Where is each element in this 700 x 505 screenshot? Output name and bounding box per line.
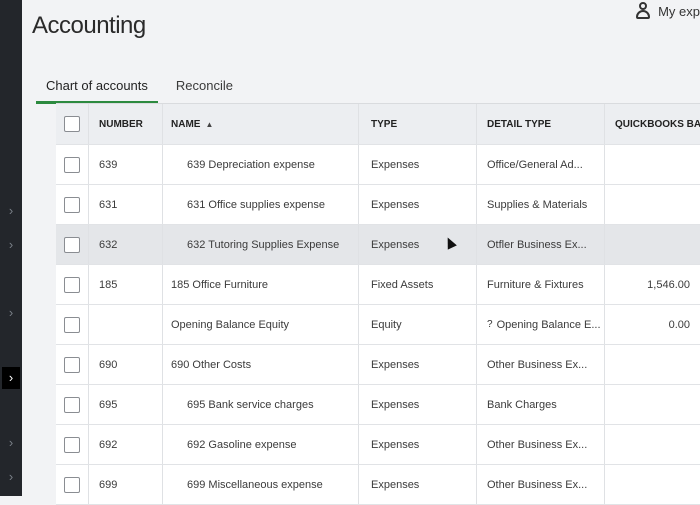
column-header-balance[interactable]: QUICKBOOKS BAL (604, 104, 700, 144)
quickbooks-balance (604, 465, 700, 504)
quickbooks-balance: 0.00 (604, 305, 700, 344)
account-type: Expenses (358, 385, 476, 424)
account-type: Expenses (358, 185, 476, 224)
detail-type: Office/General Ad... (476, 145, 604, 184)
row-checkbox[interactable] (64, 356, 80, 373)
account-type: Expenses (358, 225, 476, 264)
row-checkbox[interactable] (64, 236, 80, 253)
account-type: Fixed Assets (358, 265, 476, 304)
column-header-name-label: NAME (171, 118, 201, 130)
chevron-right-icon[interactable]: › (4, 306, 18, 320)
tab-bar: Chart of accounts Reconcile (36, 78, 251, 104)
detail-type: Other Business Ex... (476, 465, 604, 504)
detail-type: Furniture & Fixtures (476, 265, 604, 304)
account-type: Expenses (358, 425, 476, 464)
account-number: 695 (88, 385, 162, 424)
column-header-number[interactable]: NUMBER (88, 104, 162, 144)
detail-type: ? Opening Balance E... (476, 305, 604, 344)
account-number (88, 305, 162, 344)
account-name[interactable]: 639 Depreciation expense (162, 145, 358, 184)
table-row[interactable]: 699 699 Miscellaneous expense Expenses O… (56, 465, 700, 505)
chevron-right-icon[interactable]: › (4, 238, 18, 252)
page-title: Accounting (32, 12, 146, 39)
user-menu-label: My exp (658, 3, 700, 19)
chevron-right-icon[interactable]: › (4, 436, 18, 450)
quickbooks-balance (604, 425, 700, 464)
quickbooks-balance: 1,546.00 (604, 265, 700, 304)
column-header-type-label: TYPE (371, 118, 398, 130)
column-header-type[interactable]: TYPE (358, 104, 476, 144)
row-checkbox[interactable] (64, 196, 80, 213)
row-checkbox[interactable] (64, 316, 80, 333)
table-row[interactable]: 639 639 Depreciation expense Expenses Of… (56, 145, 700, 185)
account-name[interactable]: 632 Tutoring Supplies Expense (162, 225, 358, 264)
select-all-cell (56, 104, 88, 144)
table-header-row: NUMBER NAME ▲ TYPE DETAIL TYPE QUICKBOOKS… (56, 104, 700, 145)
quickbooks-balance (604, 385, 700, 424)
account-number: 631 (88, 185, 162, 224)
quickbooks-balance (604, 185, 700, 224)
account-type: Expenses (358, 345, 476, 384)
row-checkbox[interactable] (64, 476, 80, 493)
chevron-right-icon[interactable]: › (2, 367, 20, 389)
left-nav-rail: › › › › › › (0, 0, 22, 496)
chevron-right-icon[interactable]: › (4, 470, 18, 484)
accounts-table: NUMBER NAME ▲ TYPE DETAIL TYPE QUICKBOOKS… (56, 103, 700, 505)
column-header-balance-label: QUICKBOOKS BAL (615, 118, 700, 130)
detail-type-prefix: ? (487, 319, 493, 330)
account-name[interactable]: 699 Miscellaneous expense (162, 465, 358, 504)
row-checkbox[interactable] (64, 436, 80, 453)
detail-type: Supplies & Materials (476, 185, 604, 224)
column-header-name[interactable]: NAME ▲ (162, 104, 358, 144)
quickbooks-balance (604, 345, 700, 384)
detail-type: Otfler Business Ex... (476, 225, 604, 264)
column-header-number-label: NUMBER (99, 118, 143, 130)
detail-type: Other Business Ex... (476, 425, 604, 464)
sort-ascending-icon: ▲ (205, 119, 214, 129)
account-number: 632 (88, 225, 162, 264)
account-number: 692 (88, 425, 162, 464)
tab-chart-of-accounts[interactable]: Chart of accounts (36, 78, 158, 104)
account-name[interactable]: 692 Gasoline expense (162, 425, 358, 464)
account-number: 639 (88, 145, 162, 184)
account-type: Equity (358, 305, 476, 344)
account-name[interactable]: 185 Office Furniture (162, 265, 358, 304)
account-name[interactable]: Opening Balance Equity (162, 305, 358, 344)
table-row[interactable]: 632 632 Tutoring Supplies Expense Expens… (56, 225, 700, 265)
row-checkbox[interactable] (64, 156, 80, 173)
detail-type-label: Opening Balance E... (496, 318, 601, 331)
tab-reconcile[interactable]: Reconcile (166, 78, 243, 104)
table-row[interactable]: 692 692 Gasoline expense Expenses Other … (56, 425, 700, 465)
column-header-detail-type-label: DETAIL TYPE (487, 118, 552, 130)
table-row[interactable]: Opening Balance Equity Equity ? Opening B… (56, 305, 700, 345)
account-name[interactable]: 690 Other Costs (162, 345, 358, 384)
account-name[interactable]: 695 Bank service charges (162, 385, 358, 424)
select-all-checkbox[interactable] (64, 116, 80, 132)
account-name[interactable]: 631 Office supplies expense (162, 185, 358, 224)
quickbooks-balance (604, 145, 700, 184)
table-row[interactable]: 690 690 Other Costs Expenses Other Busin… (56, 345, 700, 385)
user-menu[interactable]: My exp (634, 2, 700, 20)
row-checkbox[interactable] (64, 396, 80, 413)
table-row[interactable]: 185 185 Office Furniture Fixed Assets Fu… (56, 265, 700, 305)
detail-type: Other Business Ex... (476, 345, 604, 384)
table-row[interactable]: 695 695 Bank service charges Expenses Ba… (56, 385, 700, 425)
chevron-right-icon[interactable]: › (4, 204, 18, 218)
detail-type: Bank Charges (476, 385, 604, 424)
account-number: 699 (88, 465, 162, 504)
column-header-detail-type[interactable]: DETAIL TYPE (476, 104, 604, 144)
row-checkbox[interactable] (64, 276, 80, 293)
table-row[interactable]: 631 631 Office supplies expense Expenses… (56, 185, 700, 225)
account-number: 690 (88, 345, 162, 384)
account-number: 185 (88, 265, 162, 304)
user-icon (634, 2, 652, 20)
account-type: Expenses (358, 145, 476, 184)
account-type: Expenses (358, 465, 476, 504)
quickbooks-balance (604, 225, 700, 264)
